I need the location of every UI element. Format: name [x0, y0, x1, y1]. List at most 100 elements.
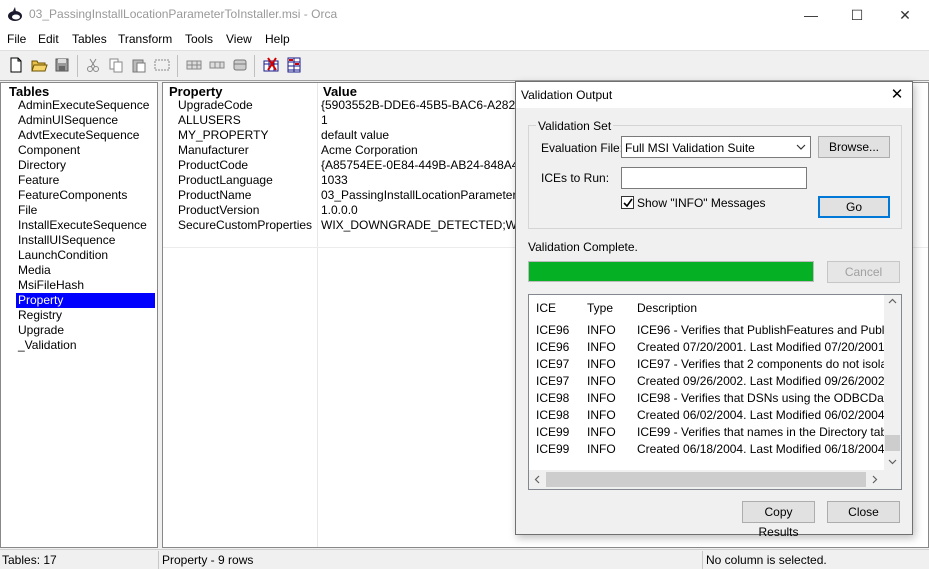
- save-icon[interactable]: [53, 56, 71, 74]
- table-item[interactable]: Registry: [18, 308, 62, 323]
- grid-cell-property[interactable]: MY_PROPERTY: [178, 128, 316, 143]
- validation-results-list[interactable]: ICE Type Description ICE96 INFO ICE96 - …: [528, 294, 902, 490]
- table-item[interactable]: _Validation: [18, 338, 77, 353]
- minimize-button[interactable]: —: [788, 0, 834, 30]
- cut-icon[interactable]: [84, 56, 102, 74]
- vertical-scrollbar[interactable]: [884, 295, 901, 470]
- result-row[interactable]: ICE97 INFO Created 09/26/2002. Last Modi…: [529, 373, 884, 390]
- cancel-button[interactable]: Cancel: [827, 261, 900, 283]
- grid-cell-property[interactable]: ALLUSERS: [178, 113, 316, 128]
- menu-file[interactable]: File: [7, 32, 26, 46]
- new-file-icon[interactable]: [7, 56, 25, 74]
- results-header-type[interactable]: Type: [580, 295, 631, 322]
- grid-cell-value[interactable]: 1: [321, 113, 521, 128]
- evaluation-file-select[interactable]: Full MSI Validation Suite: [621, 136, 811, 158]
- result-type: INFO: [587, 391, 616, 405]
- result-row[interactable]: ICE99 INFO ICE99 - Verifies that names i…: [529, 424, 884, 441]
- vertical-scroll-thumb[interactable]: [885, 435, 900, 451]
- menu-tables[interactable]: Tables: [72, 32, 107, 46]
- result-row[interactable]: ICE98 INFO ICE98 - Verifies that DSNs us…: [529, 390, 884, 407]
- paste-rows-icon[interactable]: [153, 56, 171, 74]
- copy-icon[interactable]: [107, 56, 125, 74]
- copy-results-button[interactable]: Copy Results: [742, 501, 815, 539]
- results-header-ice[interactable]: ICE: [529, 295, 581, 322]
- menu-tools[interactable]: Tools: [185, 32, 213, 46]
- grid-cell-value[interactable]: 03_PassingInstallLocationParameterToInst…: [321, 188, 521, 203]
- menu-edit[interactable]: Edit: [38, 32, 59, 46]
- validation-output-dialog: Validation Output ✕ Validation Set Evalu…: [515, 81, 913, 539]
- progress-fill: [529, 262, 813, 281]
- result-row[interactable]: ICE98 INFO Created 06/02/2004. Last Modi…: [529, 407, 884, 424]
- scroll-left-arrow-icon[interactable]: [534, 475, 540, 484]
- result-description: ICE98 - Verifies that DSNs using the ODB…: [637, 391, 884, 405]
- result-row[interactable]: ICE97 INFO ICE97 - Verifies that 2 compo…: [529, 356, 884, 373]
- menu-view[interactable]: View: [226, 32, 252, 46]
- horizontal-scroll-thumb[interactable]: [546, 472, 866, 487]
- grid-cell-value[interactable]: default value: [321, 128, 521, 143]
- menu-help[interactable]: Help: [265, 32, 290, 46]
- table-item[interactable]: File: [18, 203, 37, 218]
- grid-cell-value[interactable]: WIX_DOWNGRADE_DETECTED;WIX_UPGRADE: [321, 218, 521, 233]
- table-item-selected[interactable]: Property: [16, 293, 155, 308]
- grid-cell-property[interactable]: ProductLanguage: [178, 173, 316, 188]
- result-type: INFO: [587, 425, 616, 439]
- result-row[interactable]: ICE96 INFO ICE96 - Verifies that Publish…: [529, 322, 884, 339]
- grid-cell-property[interactable]: Manufacturer: [178, 143, 316, 158]
- table-item[interactable]: InstallUISequence: [18, 233, 115, 248]
- scroll-right-arrow-icon[interactable]: [872, 475, 878, 484]
- show-info-checkbox[interactable]: [621, 196, 634, 209]
- horizontal-scrollbar[interactable]: [529, 470, 884, 489]
- table-item[interactable]: LaunchCondition: [18, 248, 108, 263]
- grid-cell-value[interactable]: 1.0.0.0: [321, 203, 521, 218]
- table-item[interactable]: Media: [18, 263, 51, 278]
- show-info-label[interactable]: Show "INFO" Messages: [637, 196, 766, 210]
- drop-table-icon[interactable]: [231, 56, 249, 74]
- paste-icon[interactable]: [130, 56, 148, 74]
- result-ice: ICE97: [536, 374, 570, 388]
- grid-cell-property[interactable]: ProductName: [178, 188, 316, 203]
- close-button[interactable]: Close: [827, 501, 900, 523]
- column-header-property[interactable]: Property: [169, 84, 222, 99]
- table-item[interactable]: Upgrade: [18, 323, 64, 338]
- grid-cell-property[interactable]: ProductCode: [178, 158, 316, 173]
- table-item[interactable]: Directory: [18, 158, 66, 173]
- validate-icon[interactable]: [262, 56, 280, 74]
- open-folder-icon[interactable]: [30, 56, 48, 74]
- validation-results-icon[interactable]: [285, 56, 303, 74]
- grid-cell-value[interactable]: Acme Corporation: [321, 143, 521, 158]
- result-ice: ICE99: [536, 442, 570, 456]
- grid-cell-property[interactable]: SecureCustomProperties: [178, 218, 316, 233]
- grid-cell-property[interactable]: ProductVersion: [178, 203, 316, 218]
- table-item[interactable]: AdminExecuteSequence: [18, 98, 149, 113]
- tables-pane[interactable]: Tables AdminExecuteSequence AdminUISeque…: [0, 82, 158, 548]
- result-row[interactable]: ICE99 INFO Created 06/18/2004. Last Modi…: [529, 441, 884, 458]
- table-item[interactable]: Component: [18, 143, 80, 158]
- column-header-value[interactable]: Value: [323, 84, 357, 99]
- scroll-up-arrow-icon[interactable]: [888, 298, 897, 304]
- menu-transform[interactable]: Transform: [118, 32, 172, 46]
- dialog-close-icon[interactable]: ✕: [884, 84, 910, 106]
- table-item[interactable]: MsiFileHash: [18, 278, 84, 293]
- close-window-button[interactable]: ✕: [882, 0, 928, 30]
- add-row-icon[interactable]: [208, 56, 226, 74]
- ices-to-run-label: ICEs to Run:: [541, 171, 610, 185]
- result-ice: ICE98: [536, 391, 570, 405]
- go-button[interactable]: Go: [818, 196, 890, 218]
- grid-cell-value[interactable]: 1033: [321, 173, 521, 188]
- add-table-icon[interactable]: [185, 56, 203, 74]
- results-header-description[interactable]: Description: [630, 295, 885, 322]
- table-item[interactable]: AdminUISequence: [18, 113, 118, 128]
- grid-cell-value[interactable]: {5903552B-DDE6-45B5-BAC6-A2820808F: [321, 98, 521, 113]
- title-bar: 03_PassingInstallLocationParameterToInst…: [0, 0, 929, 30]
- grid-cell-property[interactable]: UpgradeCode: [178, 98, 316, 113]
- table-item[interactable]: FeatureComponents: [18, 188, 127, 203]
- grid-cell-value[interactable]: {A85754EE-0E84-449B-AB24-848A4FFC: [321, 158, 521, 173]
- scroll-down-arrow-icon[interactable]: [888, 459, 897, 465]
- table-item[interactable]: InstallExecuteSequence: [18, 218, 147, 233]
- browse-button[interactable]: Browse...: [818, 136, 890, 158]
- maximize-button[interactable]: ☐: [834, 0, 880, 30]
- table-item[interactable]: Feature: [18, 173, 59, 188]
- ices-to-run-input[interactable]: [621, 167, 807, 189]
- table-item[interactable]: AdvtExecuteSequence: [18, 128, 139, 143]
- result-row[interactable]: ICE96 INFO Created 07/20/2001. Last Modi…: [529, 339, 884, 356]
